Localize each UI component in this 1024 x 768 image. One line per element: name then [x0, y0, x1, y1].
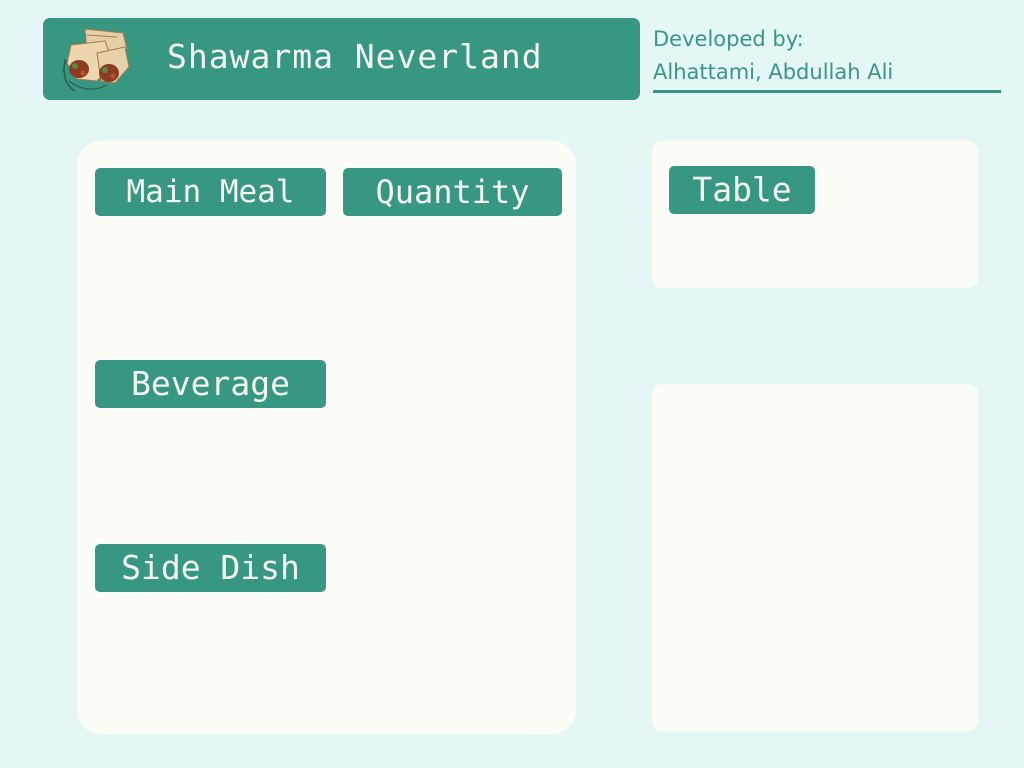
app-title: Shawarma Neverland [167, 37, 543, 76]
beverage-label: Beverage [95, 360, 326, 408]
order-panel [77, 141, 576, 734]
side-dish-label: Side Dish [95, 544, 326, 592]
credits-label: Developed by: [653, 27, 804, 51]
quantity-label: Quantity [343, 168, 562, 216]
shawarma-wrap-icon [62, 28, 130, 92]
main-meal-label: Main Meal [95, 168, 326, 216]
developer-name: Alhattami, Abdullah Ali [653, 54, 1001, 93]
header-banner: Shawarma Neverland [43, 18, 640, 100]
developer-credits: Developed by: Alhattami, Abdullah Ali [653, 24, 1001, 93]
receipt-panel [652, 384, 978, 731]
table-label: Table [669, 166, 815, 214]
table-panel [652, 141, 978, 288]
